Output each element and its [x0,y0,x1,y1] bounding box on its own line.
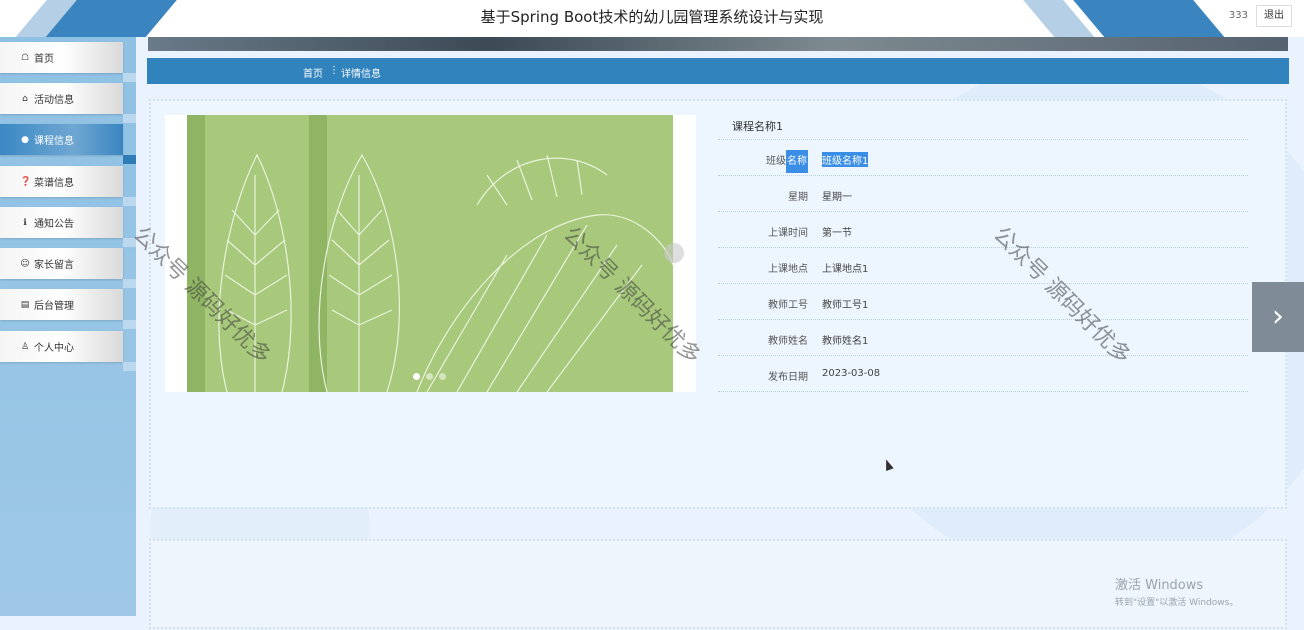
image-carousel[interactable] [165,115,696,392]
course-detail: 课程名称1 班级名称 班级名称1 星期 星期一 上课时间 第一节 上课地点 上课… [718,115,1248,392]
question-icon: ❓ [20,176,32,187]
carousel-dot[interactable] [413,373,420,380]
sidebar-tab-decoration [123,238,136,247]
bag-icon: ⌂ [22,93,28,104]
field-label-part-selected: 名称 [786,150,808,173]
sidebar-item-label: 家长留言 [34,260,74,271]
field-value: 教师工号1 [822,300,869,311]
breadcrumb: 首页 ⋮ 详情信息 [147,58,1289,84]
top-header: 基于Spring Boot技术的幼儿园管理系统设计与实现 333 退出 [0,0,1304,37]
sidebar-tab-decoration [123,320,136,329]
briefcase-icon: ▤ [20,299,30,310]
sidebar-item-profile[interactable]: ♙ 个人中心 [0,331,123,362]
sidebar-tab-decoration [123,197,136,206]
sidebar-tab-decoration [123,362,136,371]
detail-row-class-time: 上课时间 第一节 [718,212,1248,248]
detail-row-class-name: 班级名称 班级名称1 [718,140,1248,176]
detail-row-weekday: 星期 星期一 [718,176,1248,212]
info-icon: ℹ [23,217,27,228]
carousel-image [187,115,673,392]
sidebar-item-label: 个人中心 [34,343,74,354]
logout-button[interactable]: 退出 [1256,5,1292,27]
sidebar-item-label: 菜谱信息 [34,178,74,189]
detail-row-teacher-id: 教师工号 教师工号1 [718,284,1248,320]
sidebar-item-label: 活动信息 [34,95,74,106]
smile-icon: ☺ [20,258,30,269]
carousel-dots [413,373,446,380]
field-value: 第一节 [822,228,852,239]
field-label: 发布日期 [768,372,808,383]
next-page-button[interactable]: › [1252,282,1304,352]
activation-subtitle: 转到"设置"以激活 Windows。 [1115,598,1239,608]
carousel-dot[interactable] [426,373,433,380]
carousel-next-arrow[interactable] [664,243,684,263]
sidebar-item-activities[interactable]: ⌂ 活动信息 [0,83,123,114]
field-value: 星期一 [822,192,852,203]
chevron-right-icon: › [1272,299,1284,334]
sidebar-item-courses[interactable]: ● 课程信息 [0,124,123,155]
sidebar-item-label: 首页 [34,54,54,65]
field-label-part: 班级 [766,156,786,167]
field-label: 班级名称 [766,150,808,173]
sidebar-item-label: 课程信息 [34,136,74,147]
field-label: 上课地点 [768,264,808,275]
breadcrumb-separator: ⋮ [329,65,339,76]
sidebar-item-notices[interactable]: ℹ 通知公告 [0,207,123,238]
field-label: 上课时间 [768,228,808,239]
activation-title: 激活 Windows [1115,578,1204,593]
circle-icon: ● [21,134,29,145]
field-label: 教师姓名 [768,336,808,347]
sidebar-tab-decoration [123,279,136,288]
sidebar-tab-decoration [123,114,136,123]
detail-row-location: 上课地点 上课地点1 [718,248,1248,284]
sidebar-item-recipes[interactable]: ❓ 菜谱信息 [0,166,123,197]
sidebar-item-admin[interactable]: ▤ 后台管理 [0,289,123,320]
leaf-illustration [218,153,673,392]
breadcrumb-home[interactable]: 首页 [303,65,323,80]
detail-row-publish-date: 发布日期 2023-03-08 [718,356,1248,392]
carousel-dot[interactable] [439,373,446,380]
sidebar-item-messages[interactable]: ☺ 家长留言 [0,248,123,279]
user-icon: ♙ [20,341,30,352]
home-icon: ☖ [20,52,30,63]
sidebar-tab-decoration [123,155,136,164]
username: 333 [1228,10,1248,21]
sidebar-tab-decoration [123,73,136,82]
app-title: 基于Spring Boot技术的幼儿园管理系统设计与实现 [480,8,824,26]
banner-image [148,37,1288,51]
sidebar: ☖ 首页 ⌂ 活动信息 ● 课程信息 ❓ 菜谱信息 ℹ 通知公告 ☺ 家长留言 ▤ 后台管理 … [0,37,136,616]
windows-activation-notice: 激活 Windows 转到"设置"以激活 Windows。 [1115,574,1238,608]
sidebar-item-home[interactable]: ☖ 首页 [0,42,123,73]
field-label: 星期 [788,192,808,203]
sidebar-item-label: 后台管理 [34,301,74,312]
field-value: 上课地点1 [822,264,869,275]
field-value: 2023-03-08 [822,368,881,379]
course-title: 课程名称1 [718,115,1248,140]
sidebar-item-label: 通知公告 [34,219,74,230]
field-label: 教师工号 [768,300,808,311]
field-value: 班级名称1 [822,152,869,167]
field-value: 教师姓名1 [822,336,869,347]
detail-row-teacher-name: 教师姓名 教师姓名1 [718,320,1248,356]
breadcrumb-current: 详情信息 [341,69,381,80]
